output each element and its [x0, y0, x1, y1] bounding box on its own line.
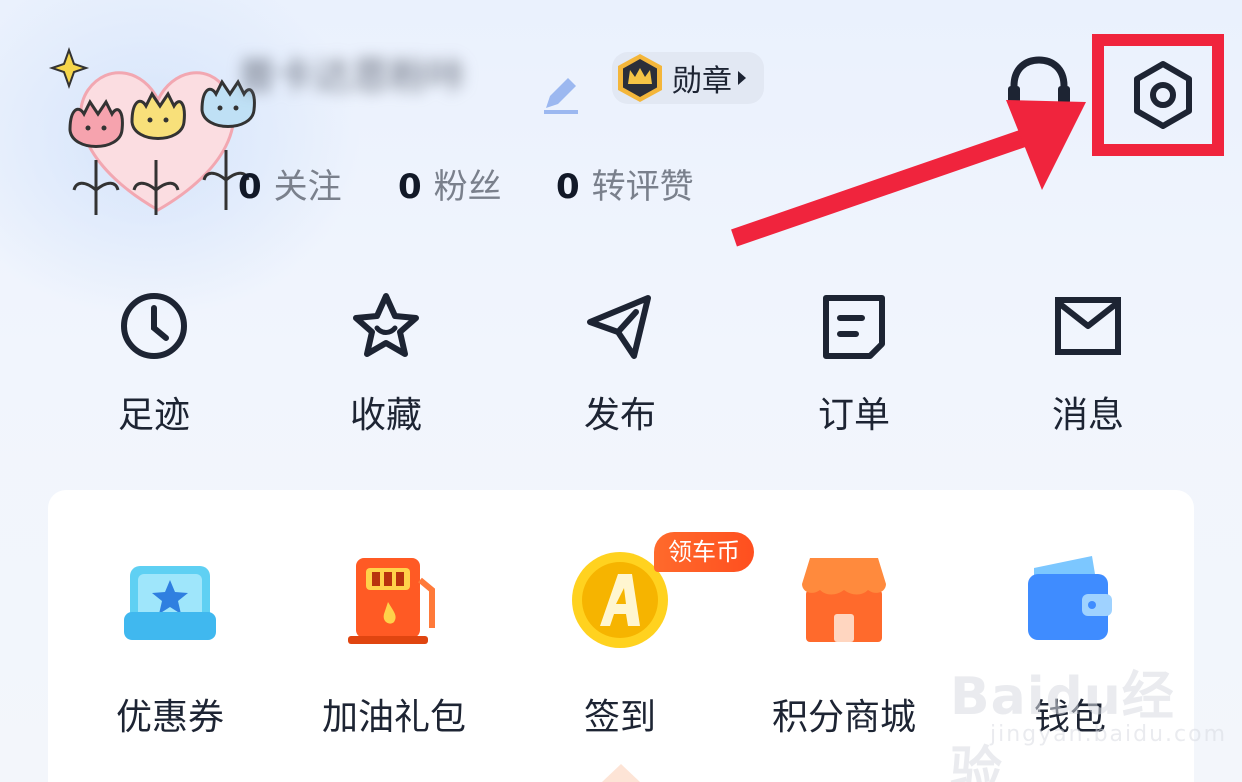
stat-num: 0 — [556, 167, 580, 207]
order-icon — [823, 295, 885, 359]
service-item-checkin[interactable]: 签到 — [520, 550, 720, 740]
username[interactable]: 普卡达恩粉咔 — [238, 48, 538, 104]
stat-interactions[interactable]: 0 转评赞 — [556, 160, 694, 214]
quick-item-label: 足迹 — [117, 395, 190, 436]
mail-icon — [1055, 297, 1121, 355]
quick-item-publish[interactable]: 发布 — [550, 290, 690, 438]
quick-item-favorites[interactable]: 收藏 — [316, 290, 456, 438]
edit-icon[interactable] — [540, 72, 582, 114]
quick-item-label: 发布 — [583, 395, 656, 436]
quick-item-label: 收藏 — [349, 395, 422, 436]
stat-followers[interactable]: 0 粉丝 — [398, 160, 502, 214]
stat-num: 0 — [238, 167, 262, 207]
stat-following[interactable]: 0 关注 — [238, 160, 342, 214]
quick-item-messages[interactable]: 消息 — [1018, 290, 1158, 438]
star-icon — [353, 293, 419, 357]
service-item-fuel-package[interactable]: 加油礼包 — [294, 550, 494, 740]
fuel-pump-icon — [348, 558, 435, 644]
watermark-main: Baidu经验 — [950, 667, 1175, 782]
stat-num: 0 — [398, 167, 422, 207]
wallet-icon — [1028, 556, 1112, 640]
service-item-points-mall[interactable]: 积分商城 — [744, 550, 944, 740]
service-label: 加油礼包 — [321, 697, 466, 738]
service-label: 积分商城 — [771, 697, 916, 738]
quick-item-label: 消息 — [1051, 395, 1124, 436]
crown-icon — [618, 54, 662, 102]
clock-icon — [121, 293, 187, 359]
quick-item-orders[interactable]: 订单 — [784, 290, 924, 438]
quick-item-label: 订单 — [817, 395, 890, 436]
quick-item-history[interactable]: 足迹 — [84, 290, 224, 438]
promo-badge[interactable]: 领车币 — [654, 532, 754, 572]
stat-label: 粉丝 — [433, 167, 502, 207]
baidu-watermark: Baidu经验 jingyan.baidu.com — [950, 648, 1225, 782]
badge-label: 勋章 — [672, 64, 732, 99]
shop-icon — [802, 558, 886, 642]
stat-label: 关注 — [273, 167, 342, 207]
bottom-indicator-icon — [602, 764, 640, 782]
avatar[interactable] — [48, 40, 268, 230]
paper-plane-icon — [587, 295, 651, 359]
stat-label: 转评赞 — [591, 167, 694, 207]
coupon-icon — [124, 566, 216, 640]
watermark-sub: jingyan.baidu.com — [990, 722, 1228, 747]
quick-actions-row: 足迹 收藏 发布 订单 消息 — [0, 290, 1242, 440]
service-label: 优惠券 — [115, 697, 224, 738]
service-label: 签到 — [583, 697, 656, 738]
service-item-coupon[interactable]: 优惠券 — [70, 550, 270, 740]
red-arrow-annotation — [731, 100, 1086, 247]
